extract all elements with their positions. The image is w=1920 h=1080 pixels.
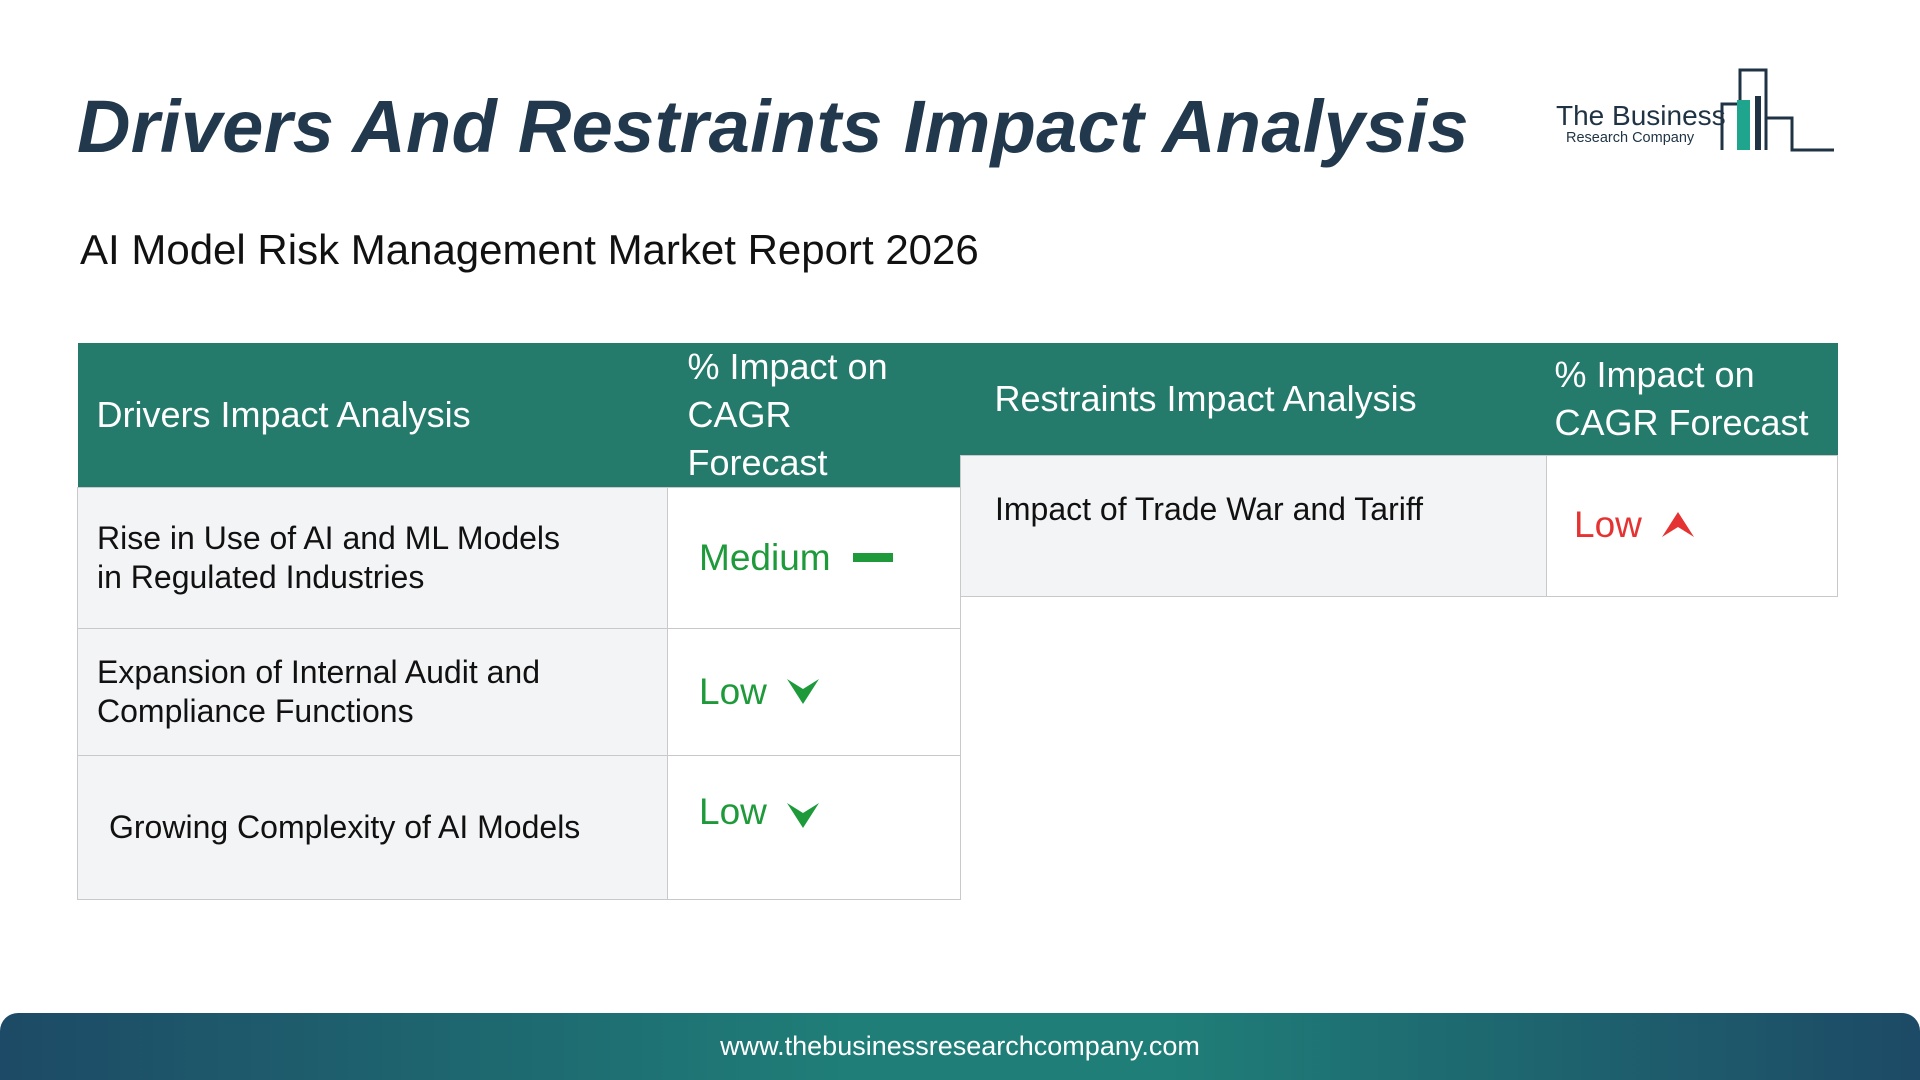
driver-label: Rise in Use of AI and ML Models in Regul…: [77, 487, 668, 629]
impact-value: Low: [699, 792, 821, 831]
impact-value: Low: [1574, 505, 1696, 544]
drivers-header-impact-line1: % Impact on: [687, 346, 888, 387]
restraints-table: Restraints Impact Analysis % Impact on C…: [960, 343, 1838, 597]
impact-text: Medium: [699, 536, 831, 578]
impact-value: Medium: [699, 538, 893, 577]
driver-label-line2: in Regulated Industries: [97, 559, 425, 595]
table-row: Expansion of Internal Audit and Complian…: [77, 628, 961, 756]
company-logo: The Business Research Company: [1552, 66, 1838, 156]
logo-text-sub: Research Company: [1566, 130, 1695, 146]
driver-label-line1: Rise in Use of AI and ML Models: [97, 520, 561, 556]
driver-label-line1: Expansion of Internal Audit and: [97, 654, 540, 690]
impact-text: Low: [1574, 504, 1642, 545]
impact-text: Low: [699, 791, 767, 832]
restraint-label-line1: Impact of Trade War and Tariff: [995, 490, 1424, 527]
drivers-header-impact: % Impact on CAGR Forecast: [667, 343, 961, 488]
driver-label: Expansion of Internal Audit and Complian…: [77, 628, 668, 756]
impact-value: Low: [699, 672, 821, 711]
arrow-up-icon: [1661, 511, 1694, 537]
driver-impact: Low: [667, 628, 961, 756]
page-title: Drivers And Restraints Impact Analysis: [77, 85, 1469, 168]
drivers-header-impact-line2: CAGR Forecast: [687, 394, 828, 483]
driver-impact: Medium: [667, 487, 961, 629]
table-row: Rise in Use of AI and ML Models in Regul…: [77, 487, 961, 629]
restraints-header-impact-line1: % Impact on: [1554, 353, 1755, 395]
table-row: Growing Complexity of AI Models Low: [77, 755, 961, 900]
logo-text-main: The Business: [1556, 100, 1726, 131]
footer-bar: www.thebusinessresearchcompany.com: [0, 1013, 1920, 1080]
arrow-down-icon: [786, 802, 819, 828]
arrow-down-icon: [786, 679, 819, 704]
table-row: Impact of Trade War and Tariff Low: [960, 454, 1838, 597]
restraint-label: Impact of Trade War and Tariff: [960, 454, 1547, 597]
impact-text: Low: [699, 670, 767, 712]
drivers-header-label: Drivers Impact Analysis: [77, 343, 668, 488]
restraints-header-impact-line2: CAGR Forecast: [1554, 401, 1809, 443]
driver-label-line2: Compliance Functions: [97, 693, 414, 729]
restraints-header-label: Restraints Impact Analysis: [960, 343, 1547, 455]
restraints-header-impact: % Impact on CAGR Forecast: [1546, 343, 1838, 455]
report-subtitle: AI Model Risk Management Market Report 2…: [80, 226, 979, 273]
drivers-header-row: Drivers Impact Analysis % Impact on CAGR…: [77, 343, 961, 488]
driver-impact: Low: [667, 755, 961, 900]
footer-url[interactable]: www.thebusinessresearchcompany.com: [720, 1031, 1200, 1062]
driver-label: Growing Complexity of AI Models: [77, 755, 668, 900]
restraints-header-row: Restraints Impact Analysis % Impact on C…: [960, 343, 1838, 455]
drivers-table: Drivers Impact Analysis % Impact on CAGR…: [77, 343, 961, 900]
driver-label-line1: Growing Complexity of AI Models: [109, 809, 581, 845]
dash-icon: [852, 552, 893, 562]
restraint-impact: Low: [1546, 454, 1838, 597]
